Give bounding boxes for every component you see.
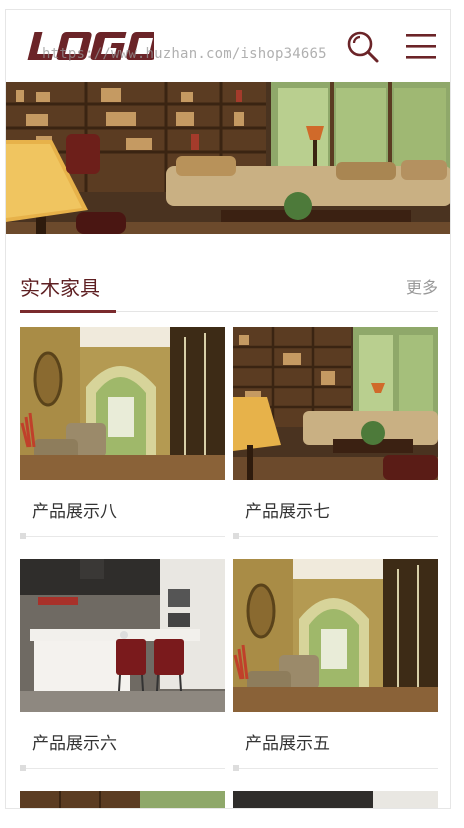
living-room-photo: [6, 82, 450, 234]
page-frame: https://www.huzhan.com/ishop34665 实木家具 更…: [5, 9, 451, 809]
card-dot: [20, 765, 26, 771]
product-image[interactable]: [20, 559, 225, 712]
section-title-underline: [20, 310, 116, 313]
card-dot: [233, 765, 239, 771]
banner-image[interactable]: [6, 82, 450, 234]
product-image[interactable]: [233, 559, 438, 712]
living-room-photo: [20, 791, 225, 808]
header: https://www.huzhan.com/ishop34665: [6, 10, 450, 82]
kitchen-photo: [20, 559, 225, 712]
watermark-text: https://www.huzhan.com/ishop34665: [42, 46, 327, 62]
arched-hallway-photo: [233, 559, 438, 712]
product-name[interactable]: 产品展示五: [245, 729, 330, 754]
product-card[interactable]: 产品展示八: [20, 327, 225, 547]
card-divider: [233, 536, 438, 537]
product-card[interactable]: 产品展示七: [233, 327, 438, 547]
product-card-partial[interactable]: [20, 791, 225, 808]
product-name[interactable]: 产品展示六: [32, 729, 117, 754]
product-card-partial[interactable]: [233, 791, 438, 808]
search-button[interactable]: [346, 30, 380, 64]
card-dot: [20, 533, 26, 539]
menu-button[interactable]: [404, 32, 438, 62]
more-link[interactable]: 更多: [406, 274, 438, 298]
product-image[interactable]: [233, 327, 438, 480]
section-title: 实木家具: [20, 276, 100, 300]
card-divider: [233, 768, 438, 769]
arched-hallway-photo: [20, 327, 225, 480]
product-name[interactable]: 产品展示七: [245, 497, 330, 522]
section-header: 实木家具 更多: [20, 262, 438, 313]
hamburger-menu-icon: [406, 34, 436, 59]
product-card[interactable]: 产品展示五: [233, 559, 438, 779]
card-dot: [233, 533, 239, 539]
product-image[interactable]: [20, 327, 225, 480]
living-room-photo: [233, 327, 438, 480]
product-card[interactable]: 产品展示六: [20, 559, 225, 779]
product-name[interactable]: 产品展示八: [32, 497, 117, 522]
card-divider: [20, 536, 225, 537]
search-icon: [347, 31, 379, 63]
kitchen-photo: [233, 791, 438, 808]
card-divider: [20, 768, 225, 769]
